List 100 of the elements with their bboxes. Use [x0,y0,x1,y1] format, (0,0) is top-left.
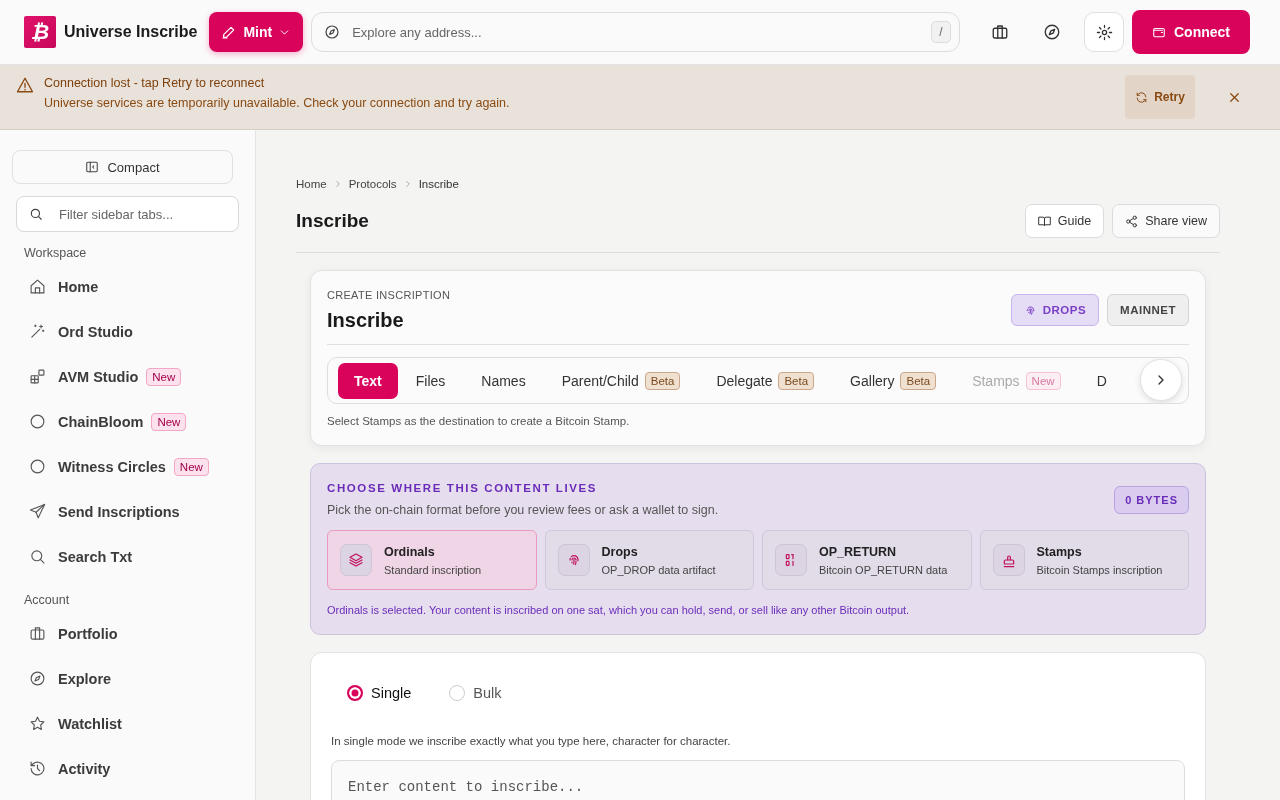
destination-option[interactable]: Ordinals Standard inscription [327,530,537,590]
destination-option[interactable]: Stamps Bitcoin Stamps inscription [979,530,1189,590]
compass-icon [324,24,341,40]
item-label: ChainBloom [58,413,144,430]
mode-radio[interactable]: Single [347,685,412,701]
hint-text: Select Stamps as the destination to create a Bitcoin Stamp. [327,415,631,427]
item-label: Explore [58,670,112,687]
shortcut-key: / [931,21,951,43]
panel-icon [85,160,100,174]
share-icon [1125,214,1139,228]
search-field[interactable]: Explore any address... / [311,12,960,52]
option-title: Drops [601,544,639,559]
app-title: Universe Inscribe [64,23,198,41]
compass-icon [29,670,46,687]
breadcrumb-link[interactable]: Home [296,178,327,190]
page-title: Inscribe [296,210,369,232]
tab-badge: Beta [644,371,681,390]
search-input[interactable]: Explore any address... [350,23,921,41]
section-label: Account [24,593,71,607]
retry-button[interactable]: Retry [1125,75,1195,119]
sidebar-item[interactable]: AVM Studio New [12,354,243,399]
protocol-tag: DROPS [1010,294,1100,326]
blocks-icon [29,368,46,385]
circle-icon [29,458,46,475]
new-badge: New [151,412,187,431]
content-editor[interactable]: Enter content to inscribe... [331,760,1185,800]
history-icon [29,760,46,777]
item-label: AVM Studio [58,368,139,385]
sidebar-item[interactable]: Send Inscriptions [12,489,243,534]
new-badge: New [146,367,182,386]
item-label: Ord Studio [58,323,133,340]
sidebar-item[interactable]: ChainBloom New [12,399,243,444]
destination-option[interactable]: OP_RETURN Bitcoin OP_RETURN data [762,530,972,590]
panel-subtitle: Pick the on-chain format before you review fees or ask a wallet to sign. [327,503,719,517]
sidebar-item[interactable]: Home [12,264,243,309]
circle-icon [29,413,46,430]
breadcrumb-link[interactable]: Inscribe [418,178,459,190]
wallet-icon [1152,25,1166,39]
tab[interactable]: Files [397,362,464,399]
share-button[interactable]: Share view [1112,204,1220,238]
briefcase-icon [29,625,46,642]
size-badge: 0 BYTES [1114,486,1189,514]
mode-radio[interactable]: Bulk [449,685,502,701]
option-description: Bitcoin OP_RETURN data [819,563,948,576]
option-description: Standard inscription [384,563,482,576]
search-icon [29,207,43,221]
compass-icon [1043,23,1061,41]
sidebar-item[interactable]: Activity [12,746,243,791]
card-title: Inscribe [327,309,405,332]
selection-note: Ordinals is selected. Your content is inscribed on one sat, which you can hold, send, or sell like any other Bitcoin output. [327,604,911,616]
sidebar-item[interactable]: Search Txt [12,534,243,579]
briefcase-icon [991,23,1009,41]
alert-message: Universe services are temporarily unavailable. Check your connection and try again. [44,96,511,110]
compact-button[interactable]: Compact [12,150,233,184]
refresh-icon [1135,90,1149,104]
logo-icon: ₿ [24,16,56,48]
search-icon [29,548,46,565]
sidebar-item[interactable]: Witness Circles New [12,444,243,489]
tab[interactable]: Text [338,362,398,399]
item-label: Search Txt [58,548,133,565]
option-title: OP_RETURN [819,544,898,559]
star-icon [29,715,46,732]
item-label: Send Inscriptions [58,503,180,520]
option-title: Ordinals [384,544,436,559]
breadcrumb-link[interactable]: Protocols [348,178,397,190]
panel-title: CHOOSE WHERE THIS CONTENT LIVES [327,482,599,494]
tab-badge: Beta [900,371,937,390]
sidebar-item[interactable]: Watchlist [12,701,243,746]
help-text: In single mode we inscribe exactly what you type here, character for character. [331,735,732,747]
tab[interactable]: D [1078,362,1125,399]
guide-button[interactable]: Guide [1024,204,1105,238]
wand-icon [29,323,46,340]
sidebar-item[interactable]: Ord Studio [12,309,243,354]
item-label: Witness Circles [58,458,166,475]
settings-button[interactable] [1084,12,1124,52]
layers-icon [348,552,364,568]
tab[interactable]: Delegate Beta [698,362,833,399]
item-label: Watchlist [58,715,122,732]
option-title: Stamps [1036,544,1083,559]
item-label: Home [58,278,99,295]
sidebar-item[interactable]: Explore [12,656,243,701]
destination-option[interactable]: Drops OP_DROP data artifact [544,530,754,590]
radio-label: Bulk [473,685,502,701]
mint-button[interactable]: Mint [209,12,304,52]
radio-label: Single [371,685,412,701]
item-label: Activity [58,760,111,777]
tab[interactable]: Names [463,362,544,399]
option-description: Bitcoin Stamps inscription [1036,563,1163,576]
tab-badge: New [1025,371,1061,390]
send-icon [29,503,46,520]
filter-field[interactable]: Filter sidebar tabs... [16,196,239,232]
sidebar-item[interactable]: Portfolio [12,611,243,656]
section-label: Workspace [24,246,88,260]
card-eyebrow: CREATE INSCRIPTION [327,289,451,301]
book-icon [1037,214,1051,228]
tab[interactable]: Parent/Child Beta [543,362,699,399]
tab-badge: Beta [778,371,815,390]
network-tag: MAINNET [1107,294,1189,326]
tab[interactable]: Gallery Beta [832,362,955,399]
connect-button[interactable]: Connect [1132,10,1250,54]
